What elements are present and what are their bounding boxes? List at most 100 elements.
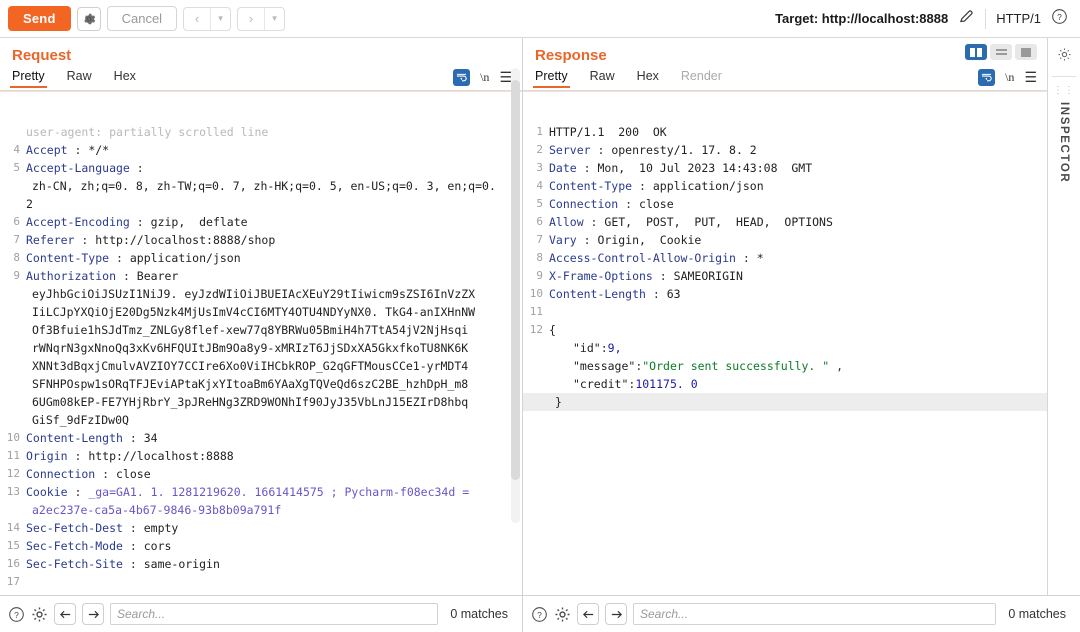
line-content: Content-Length : 63 xyxy=(549,287,681,301)
code-line: "id":9, xyxy=(523,339,1047,357)
tab-response-render[interactable]: Render xyxy=(681,69,722,88)
prev-request-button[interactable]: ‹ ▼ xyxy=(183,6,232,31)
line-content: GiSf_9dFzIDw0Q xyxy=(32,413,129,427)
divider xyxy=(1052,76,1076,77)
newline-toggle[interactable]: \n xyxy=(480,70,489,85)
scrollbar-thumb[interactable] xyxy=(511,80,520,480)
word-wrap-icon[interactable] xyxy=(978,68,996,86)
line-content: Accept-Encoding : gzip, deflate xyxy=(26,215,248,229)
search-next-button[interactable] xyxy=(605,603,627,625)
code-line: 12 { xyxy=(523,321,1047,339)
request-response-split: Request Pretty Raw Hex \n ☰ user-agent: … xyxy=(0,38,1080,595)
split-view-icon[interactable] xyxy=(965,44,987,60)
code-line: 8 Access-Control-Allow-Origin : * xyxy=(523,249,1047,267)
hamburger-menu-icon[interactable]: ☰ xyxy=(499,69,512,86)
tab-response-raw[interactable]: Raw xyxy=(590,69,615,88)
line-content: Sec-Fetch-Mode : cors xyxy=(26,539,172,553)
line-content: Date : Mon, 10 Jul 2023 14:43:08 GMT xyxy=(549,161,813,175)
line-number: 7 xyxy=(13,233,20,246)
gear-icon[interactable] xyxy=(1057,47,1072,67)
tab-request-hex[interactable]: Hex xyxy=(114,69,136,88)
gear-icon[interactable] xyxy=(554,606,571,623)
line-content: "id":9, xyxy=(573,341,622,355)
code-line: "message":"Order sent successfully. " , xyxy=(523,357,1047,375)
question-circle-icon[interactable]: ? xyxy=(8,606,25,623)
match-count: 0 matches xyxy=(1008,607,1066,621)
tab-request-pretty[interactable]: Pretty xyxy=(10,69,47,88)
line-content: user-agent: partially scrolled line xyxy=(26,125,269,139)
chevron-left-icon: ‹ xyxy=(194,11,200,26)
line-number: 12 xyxy=(6,467,20,480)
line-content: HTTP/1.1 200 OK xyxy=(549,125,667,139)
search-input[interactable] xyxy=(633,603,997,625)
line-number: 10 xyxy=(529,287,543,300)
code-line: 9 X-Frame-Options : SAMEORIGIN xyxy=(523,267,1047,285)
search-input[interactable] xyxy=(110,603,439,625)
code-line: 15 Sec-Fetch-Mode : cors xyxy=(0,537,522,555)
code-line: 14 Sec-Fetch-Dest : empty xyxy=(0,519,522,537)
search-prev-button[interactable] xyxy=(577,603,599,625)
tab-response-pretty[interactable]: Pretty xyxy=(533,69,570,88)
caret-down-icon[interactable]: ▼ xyxy=(210,7,230,30)
svg-text:?: ? xyxy=(14,609,19,619)
caret-down-icon[interactable]: ▼ xyxy=(264,7,284,30)
line-content: eyJhbGciOiJSUzI1NiJ9. eyJzdWIiOiJBUEIAcX… xyxy=(32,287,476,301)
send-button[interactable]: Send xyxy=(8,6,71,31)
drag-grip-icon[interactable]: ⋮⋮ xyxy=(1053,85,1075,96)
hamburger-menu-icon[interactable]: ☰ xyxy=(1024,69,1037,86)
pencil-icon[interactable] xyxy=(958,8,975,30)
code-line: 8 Content-Type : application/json xyxy=(0,249,522,267)
tab-response-hex[interactable]: Hex xyxy=(637,69,659,88)
response-tab-actions: \n ☰ xyxy=(978,68,1037,89)
chevron-right-icon: › xyxy=(248,11,254,26)
line-content: Of3Bfuie1hSJdTmz_ZNLGy8flef-xew77q8YBRWu… xyxy=(32,323,469,337)
line-number: 8 xyxy=(536,251,543,264)
search-next-button[interactable] xyxy=(82,603,104,625)
line-content: Origin : http://localhost:8888 xyxy=(26,449,234,463)
request-code-view[interactable]: user-agent: partially scrolled line 4 Acc… xyxy=(0,123,522,595)
line-content: { xyxy=(549,323,556,337)
next-request-button[interactable]: › ▼ xyxy=(237,6,286,31)
line-content: Referer : http://localhost:8888/shop xyxy=(26,233,276,247)
code-line: eyJhbGciOiJSUzI1NiJ9. eyJzdWIiOiJBUEIAcX… xyxy=(0,285,522,303)
code-line: 5 Accept-Language : xyxy=(0,159,522,177)
tab-request-raw[interactable]: Raw xyxy=(67,69,92,88)
line-content: Accept : */* xyxy=(26,143,110,157)
gear-icon[interactable] xyxy=(76,6,101,31)
request-tab-actions: \n ☰ xyxy=(453,68,512,89)
code-line: "credit":101175. 0 xyxy=(523,375,1047,393)
newline-toggle[interactable]: \n xyxy=(1005,70,1014,85)
response-pane: Response Pretty Raw Hex Render \n ☰ 1 HTT… xyxy=(523,38,1080,595)
question-circle-icon[interactable]: ? xyxy=(531,606,548,623)
code-line: 17 xyxy=(0,573,522,591)
response-status-bar: ? 0 matches xyxy=(523,596,1080,632)
word-wrap-icon[interactable] xyxy=(453,68,471,86)
code-line: 11 Origin : http://localhost:8888 xyxy=(0,447,522,465)
single-view-icon[interactable] xyxy=(1015,44,1037,60)
line-number: 5 xyxy=(13,161,20,174)
code-line: SFNHPOspw1sORqTFJEviAPtaKjxYItoaBm6YAaXg… xyxy=(0,375,522,393)
rows-view-icon[interactable] xyxy=(990,44,1012,60)
line-number: 16 xyxy=(6,557,20,570)
request-tabs: Pretty Raw Hex \n ☰ xyxy=(0,66,522,92)
line-content: XNNt3dBqxjCmulvAVZIOY7CCIre6Xo0ViIHCbkRO… xyxy=(32,359,469,373)
code-line: 1 HTTP/1.1 200 OK xyxy=(523,123,1047,141)
response-code-view[interactable]: 1 HTTP/1.1 200 OK 2 Server : openresty/1. 1… xyxy=(523,123,1047,595)
response-view-toggles xyxy=(965,44,1037,60)
gear-icon[interactable] xyxy=(31,606,48,623)
code-line: 2 Server : openresty/1. 17. 8. 2 xyxy=(523,141,1047,159)
burp-repeater-window: Send Cancel ‹ ▼ › ▼ Target: http://local… xyxy=(0,0,1080,632)
line-number: 6 xyxy=(536,215,543,228)
cancel-button[interactable]: Cancel xyxy=(106,6,178,31)
line-number: 14 xyxy=(6,521,20,534)
code-line: 6UGm08kEP-FE7YHjRbrY_3pJReHNg3ZRD9WONhIf… xyxy=(0,393,522,411)
target-label: Target: http://localhost:8888 xyxy=(775,11,949,26)
inspector-label[interactable]: INSPECTOR xyxy=(1058,102,1070,183)
line-content: X-Frame-Options : SAMEORIGIN xyxy=(549,269,743,283)
search-prev-button[interactable] xyxy=(54,603,76,625)
request-vertical-scrollbar[interactable] xyxy=(511,68,520,523)
code-line: 4 Content-Type : application/json xyxy=(523,177,1047,195)
code-line: 6 Accept-Encoding : gzip, deflate xyxy=(0,213,522,231)
code-line: 10 Content-Length : 34 xyxy=(0,429,522,447)
question-circle-icon[interactable]: ? xyxy=(1051,8,1068,30)
